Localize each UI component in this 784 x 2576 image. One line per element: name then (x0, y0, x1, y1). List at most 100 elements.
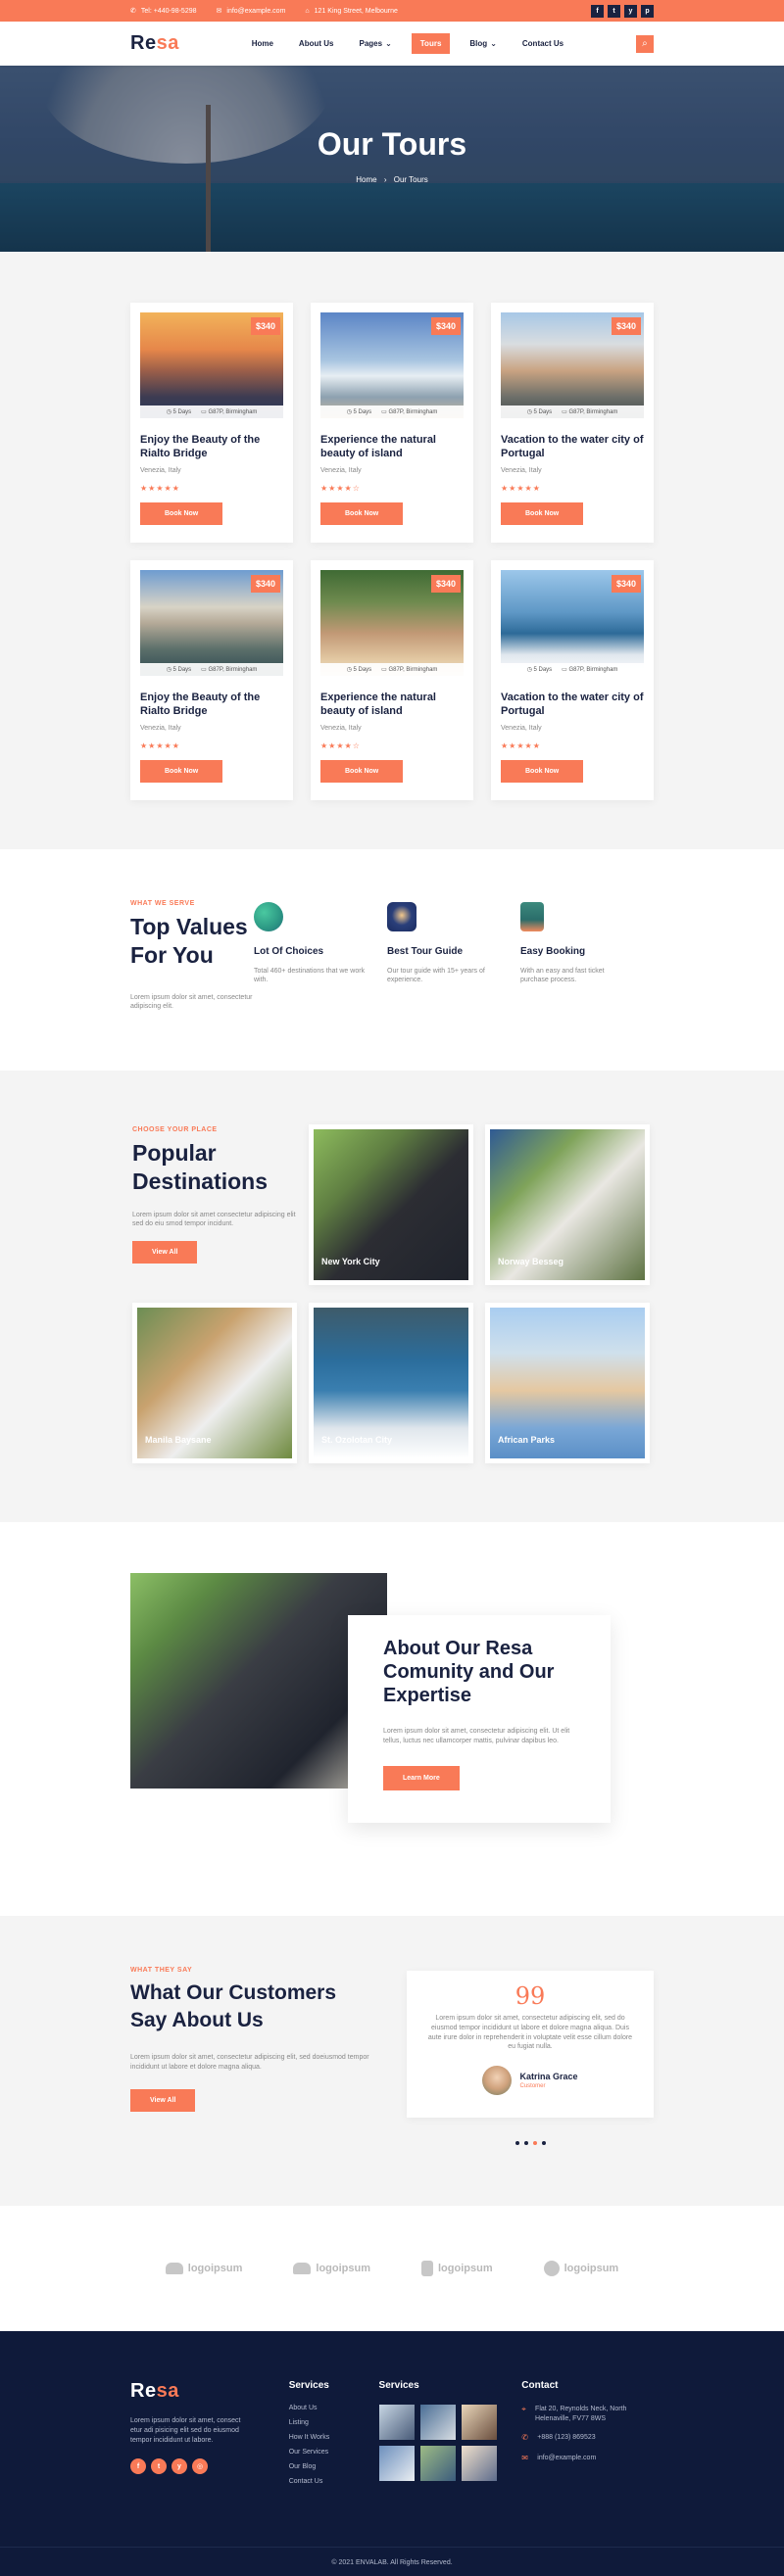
section-title: Popular Destinations (132, 1140, 269, 1194)
tour-image[interactable]: $340 ◷ 5 Days ▭ G87P, Birmingham (501, 312, 644, 418)
gallery-thumb[interactable] (378, 2405, 415, 2441)
pinterest-icon[interactable]: p (641, 4, 654, 18)
destination-card[interactable]: Manila Baysane (132, 1303, 297, 1464)
gallery-thumb[interactable] (419, 2446, 456, 2482)
facebook-icon[interactable]: f (130, 2458, 146, 2475)
destination-card[interactable]: Norway Besseg (485, 1124, 650, 1286)
value-item: Best Tour Guide Our tour guide with 15+ … (387, 900, 520, 1012)
destination-image[interactable]: New York City (314, 1129, 468, 1281)
tour-image[interactable]: $340 ◷ 5 Days ▭ G87P, Birmingham (140, 570, 283, 676)
slider-dot[interactable] (541, 2141, 546, 2146)
youtube-icon[interactable]: y (172, 2458, 187, 2475)
testimonials-inner: WHAT THEY SAY What Our Customers Say Abo… (130, 1967, 654, 2146)
footer-about: Resa Lorem ipsum dolor sit amet, consect… (130, 2380, 289, 2493)
tour-image[interactable]: $340 ◷ 5 Days ▭ G87P, Birmingham (501, 570, 644, 676)
email-info[interactable]: ✉ info@example.com (216, 7, 286, 16)
destination-card[interactable]: New York City (309, 1124, 473, 1286)
footer-phone[interactable]: ✆ +888 (123) 869523 (521, 2433, 654, 2444)
partner-logo[interactable]: logoipsum (543, 2261, 618, 2277)
breadcrumb-home[interactable]: Home (356, 175, 376, 184)
footer-logo[interactable]: Resa (130, 2380, 289, 2403)
copyright: © 2021 ENVALAB. All Rights Reserved. (0, 2547, 784, 2566)
footer-link[interactable]: Our Blog (289, 2463, 379, 2470)
tour-image[interactable]: $340 ◷ 5 Days ▭ G87P, Birmingham (320, 312, 464, 418)
book-now-button[interactable]: Book Now (140, 501, 223, 525)
footer-link[interactable]: Contact Us (289, 2478, 379, 2485)
search-button[interactable]: ⌕ (635, 34, 654, 53)
book-now-button[interactable]: Book Now (501, 759, 584, 783)
tour-image[interactable]: $340 ◷ 5 Days ▭ G87P, Birmingham (320, 570, 464, 676)
chevron-down-icon: ⌄ (490, 39, 497, 48)
footer-link[interactable]: How It Works (289, 2434, 379, 2441)
ticket-icon: ▭ (562, 409, 567, 415)
slider-dot[interactable] (514, 2141, 519, 2146)
view-all-button[interactable]: View All (130, 2089, 196, 2113)
partner-logo[interactable]: logoipsum (293, 2263, 370, 2275)
nav-tours[interactable]: Tours (411, 33, 451, 54)
nav-about[interactable]: About Us (293, 33, 340, 54)
gallery-thumb[interactable] (378, 2446, 415, 2482)
tour-card[interactable]: $340 ◷ 5 Days ▭ G87P, Birmingham Vacation… (491, 560, 654, 800)
gallery-thumb[interactable] (461, 2405, 497, 2441)
tour-card[interactable]: $340 ◷ 5 Days ▭ G87P, Birmingham Enjoy th… (130, 560, 293, 800)
footer-email[interactable]: ✉ info@example.com (521, 2454, 654, 2464)
book-now-button[interactable]: Book Now (140, 759, 223, 783)
twitter-icon[interactable]: t (608, 4, 620, 18)
tour-title[interactable]: Experience the natural beauty of island (320, 433, 464, 461)
testimonials-section: WHAT THEY SAY What Our Customers Say Abo… (0, 1916, 784, 2207)
book-now-button[interactable]: Book Now (320, 501, 404, 525)
destination-image[interactable]: Norway Besseg (490, 1129, 645, 1281)
footer-link[interactable]: Our Services (289, 2449, 379, 2456)
nav-pages[interactable]: Pages ⌄ (353, 33, 397, 54)
nav-contact[interactable]: Contact Us (516, 33, 569, 54)
view-all-button[interactable]: View All (132, 1241, 198, 1264)
destination-card[interactable]: African Parks (485, 1303, 650, 1464)
tour-image[interactable]: $340 ◷ 5 Days ▭ G87P, Birmingham (140, 312, 283, 418)
slider-dot-active[interactable] (532, 2141, 537, 2146)
booking-phone-icon (520, 902, 544, 931)
learn-more-button[interactable]: Learn More (383, 1765, 460, 1790)
tour-title[interactable]: Vacation to the water city of Portugal (501, 433, 644, 461)
tour-card[interactable]: $340 ◷ 5 Days ▭ G87P, Birmingham Vacation… (491, 303, 654, 543)
tour-title[interactable]: Enjoy the Beauty of the Rialto Bridge (140, 691, 283, 719)
footer-link[interactable]: About Us (289, 2405, 379, 2411)
twitter-icon[interactable]: t (151, 2458, 167, 2475)
tour-card[interactable]: $340 ◷ 5 Days ▭ G87P, Birmingham Experien… (311, 560, 473, 800)
destination-image[interactable]: St. Ozolotan City (314, 1308, 468, 1459)
destination-card[interactable]: St. Ozolotan City (309, 1303, 473, 1464)
author-name: Katrina Grace (519, 2072, 578, 2082)
gallery-thumb[interactable] (461, 2446, 497, 2482)
gallery-thumb[interactable] (419, 2405, 456, 2441)
logo-mark-icon (421, 2261, 433, 2277)
instagram-icon[interactable]: ◎ (192, 2458, 208, 2475)
tour-card[interactable]: $340 ◷ 5 Days ▭ G87P, Birmingham Enjoy th… (130, 303, 293, 543)
nav-blog[interactable]: Blog ⌄ (464, 33, 502, 54)
tour-location: Venezia, Italy (320, 724, 362, 732)
value-text: With an easy and fast ticket purchase pr… (520, 968, 605, 984)
tour-card[interactable]: $340 ◷ 5 Days ▭ G87P, Birmingham Experien… (311, 303, 473, 543)
ticket-icon: ▭ (562, 667, 567, 673)
tour-title[interactable]: Enjoy the Beauty of the Rialto Bridge (140, 433, 283, 461)
tour-title[interactable]: Vacation to the water city of Portugal (501, 691, 644, 719)
section-text: Lorem ipsum dolor sit amet, consectetur … (130, 993, 253, 1011)
tour-meta: ◷ 5 Days ▭ G87P, Birmingham (320, 663, 464, 676)
site-logo[interactable]: Resa (130, 32, 179, 55)
nav-home[interactable]: Home (246, 33, 279, 54)
facebook-icon[interactable]: f (591, 4, 604, 18)
partner-logo[interactable]: logoipsum (421, 2261, 493, 2277)
footer-link[interactable]: Listing (289, 2419, 379, 2426)
section-eyebrow: CHOOSE YOUR PLACE (132, 1126, 218, 1134)
slider-dot[interactable] (523, 2141, 528, 2146)
youtube-icon[interactable]: y (624, 4, 637, 18)
book-now-button[interactable]: Book Now (501, 501, 584, 525)
value-item: Lot Of Choices Total 460+ destinations t… (254, 900, 387, 1012)
tour-title[interactable]: Experience the natural beauty of island (320, 691, 464, 719)
breadcrumb: Home › Our Tours (0, 175, 784, 184)
destination-image[interactable]: Manila Baysane (137, 1308, 292, 1459)
mail-icon: ✉ (216, 8, 222, 15)
destination-image[interactable]: African Parks (490, 1308, 645, 1459)
section-title: Top Values For You (130, 914, 248, 968)
book-now-button[interactable]: Book Now (320, 759, 404, 783)
partner-logo[interactable]: logoipsum (165, 2263, 242, 2275)
phone-info[interactable]: ✆ Tel: +440-98-5298 (130, 7, 197, 16)
